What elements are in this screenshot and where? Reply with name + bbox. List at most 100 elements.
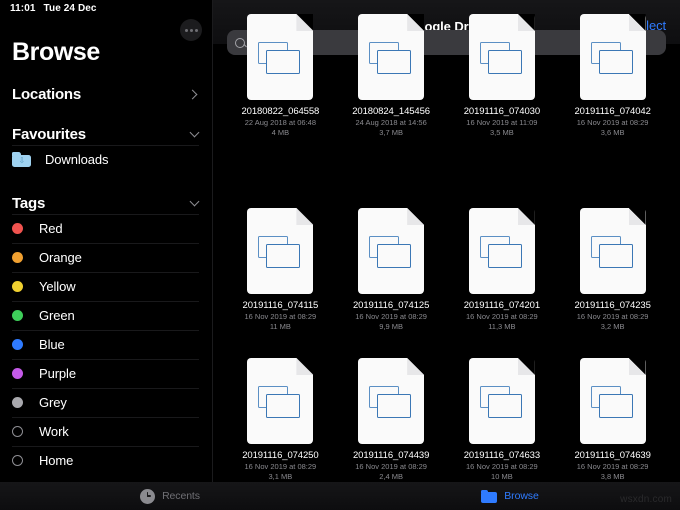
- file-date: 16 Nov 2019 at 08:29: [576, 118, 649, 127]
- sidebar-item-tag-grey[interactable]: Grey: [0, 388, 212, 417]
- sidebar-item-tag-work[interactable]: Work: [0, 417, 212, 446]
- file-date: 16 Nov 2019 at 08:29: [576, 312, 649, 321]
- file-item[interactable]: 20180824_145456 24 Aug 2018 at 14:56 3,7…: [336, 14, 447, 208]
- sidebar-item-tag-green[interactable]: Green: [0, 301, 212, 330]
- tag-dot-icon: [12, 339, 23, 350]
- file-item[interactable]: 20191116_074125 16 Nov 2019 at 08:29 9,9…: [336, 208, 447, 358]
- sidebar-item-tag-red[interactable]: Red: [0, 214, 212, 243]
- file-size: 10 MB: [491, 472, 513, 481]
- file-size: 3,6 MB: [600, 128, 625, 137]
- image-document-icon: [468, 14, 535, 100]
- file-name: 20191116_074439: [352, 450, 430, 461]
- file-item[interactable]: 20191116_074030 16 Nov 2019 at 11:09 3,5…: [447, 14, 558, 208]
- image-document-icon: [579, 14, 646, 100]
- more-ellipsis-button[interactable]: [180, 19, 202, 41]
- sidebar-item-downloads[interactable]: ⇩ Downloads: [0, 145, 212, 174]
- file-date: 24 Aug 2018 at 14:56: [355, 118, 427, 127]
- sidebar-item-tag-orange[interactable]: Orange: [0, 243, 212, 272]
- file-date: 16 Nov 2019 at 08:29: [355, 462, 427, 471]
- image-document-icon: [358, 208, 425, 294]
- file-size: 3,5 MB: [489, 128, 514, 137]
- tag-dot-icon: [12, 223, 23, 234]
- tab-recents[interactable]: Recents: [0, 488, 340, 504]
- main-content: ☂ 59% Google Drive Select Search 2018082…: [213, 0, 680, 510]
- file-name: 20191116_074633: [463, 450, 541, 461]
- sidebar-item-tag-yellow[interactable]: Yellow: [0, 272, 212, 301]
- status-bar-time: 11:01: [10, 2, 36, 14]
- file-item[interactable]: 20191116_074115 16 Nov 2019 at 08:29 11 …: [225, 208, 336, 358]
- file-size: 3,7 MB: [379, 128, 403, 137]
- file-size: 11 MB: [269, 322, 291, 331]
- chevron-down-icon[interactable]: [189, 127, 200, 138]
- downloads-folder-icon: ⇩: [12, 152, 31, 167]
- image-document-icon: [358, 14, 425, 100]
- status-bar: 11:01 Tue 24 Dec: [0, 0, 212, 16]
- sidebar-section-tags[interactable]: Tags: [0, 192, 212, 214]
- chevron-right-icon[interactable]: [187, 89, 198, 99]
- ellipsis-dot-icon: [184, 28, 188, 32]
- file-size: 2,4 MB: [379, 472, 403, 481]
- file-size: 3,2 MB: [600, 322, 625, 331]
- image-document-icon: [468, 208, 535, 294]
- tab-label: Browse: [504, 490, 539, 502]
- sidebar-item-label: Green: [39, 308, 75, 323]
- tag-dot-icon: [12, 310, 23, 321]
- file-name: 20191116_074639: [574, 450, 651, 461]
- image-document-icon: [247, 358, 314, 444]
- file-name: 20180824_145456: [352, 106, 430, 117]
- sidebar-item-label: Downloads: [45, 152, 109, 167]
- file-name: 20191116_074125: [352, 300, 430, 311]
- tag-list: Red Orange Yellow Green Blue Purple Grey…: [0, 214, 212, 475]
- folder-icon: [481, 489, 498, 503]
- ellipsis-dot-icon: [194, 28, 198, 32]
- file-name: 20191116_074250: [242, 450, 319, 461]
- file-size: 11,3 MB: [488, 322, 516, 331]
- tag-dot-outline-icon: [12, 455, 23, 466]
- file-size: 4 MB: [271, 128, 290, 137]
- tag-dot-icon: [12, 281, 23, 292]
- file-date: 16 Nov 2019 at 08:29: [244, 312, 317, 321]
- sidebar-section-favourites[interactable]: Favourites: [0, 123, 212, 145]
- file-name: 20191116_074235: [574, 300, 651, 311]
- file-name: 20191116_074042: [574, 106, 651, 117]
- image-document-icon: [468, 358, 535, 444]
- file-date: 16 Nov 2019 at 08:29: [576, 462, 649, 471]
- sidebar-item-tag-blue[interactable]: Blue: [0, 330, 212, 359]
- sidebar-section-label: Favourites: [12, 125, 86, 143]
- file-size: 9,9 MB: [379, 322, 403, 331]
- file-name: 20191116_074115: [242, 300, 319, 311]
- file-item[interactable]: 20180822_064558 22 Aug 2018 at 06:48 4 M…: [225, 14, 336, 208]
- sidebar-item-label: Grey: [39, 395, 67, 410]
- sidebar-section-label: Tags: [12, 194, 46, 212]
- page-title: Browse: [12, 38, 100, 66]
- sidebar-section-locations[interactable]: Locations: [0, 83, 212, 105]
- chevron-down-icon[interactable]: [189, 196, 200, 207]
- image-document-icon: [247, 14, 314, 100]
- sidebar-item-label: Orange: [39, 250, 82, 265]
- bottom-tab-bar: Recents Browse: [0, 482, 680, 510]
- file-date: 22 Aug 2018 at 06:48: [244, 118, 317, 127]
- sidebar-item-tag-home[interactable]: Home: [0, 446, 212, 475]
- image-document-icon: [579, 208, 646, 294]
- sidebar-item-tag-purple[interactable]: Purple: [0, 359, 212, 388]
- clock-icon: [140, 488, 156, 504]
- image-document-icon: [579, 358, 646, 444]
- file-date: 16 Nov 2019 at 08:29: [466, 462, 538, 471]
- tab-label: Recents: [162, 490, 200, 502]
- ellipsis-dot-icon: [189, 28, 193, 32]
- tag-dot-icon: [12, 397, 23, 408]
- sidebar-item-label: Blue: [39, 337, 65, 352]
- file-date: 16 Nov 2019 at 11:09: [466, 118, 538, 127]
- tag-dot-outline-icon: [12, 426, 23, 437]
- file-name: 20191116_074030: [463, 106, 541, 117]
- file-item[interactable]: 20191116_074235 16 Nov 2019 at 08:29 3,2…: [557, 208, 668, 358]
- file-date: 16 Nov 2019 at 08:29: [244, 462, 317, 471]
- file-item[interactable]: 20191116_074042 16 Nov 2019 at 08:29 3,6…: [557, 14, 668, 208]
- tag-dot-icon: [12, 252, 23, 263]
- file-name: 20180822_064558: [241, 106, 320, 117]
- file-date: 16 Nov 2019 at 08:29: [466, 312, 538, 321]
- image-document-icon: [358, 358, 425, 444]
- sidebar-item-label: Red: [39, 221, 63, 236]
- status-bar-date: Tue 24 Dec: [43, 2, 97, 14]
- file-item[interactable]: 20191116_074201 16 Nov 2019 at 08:29 11,…: [447, 208, 558, 358]
